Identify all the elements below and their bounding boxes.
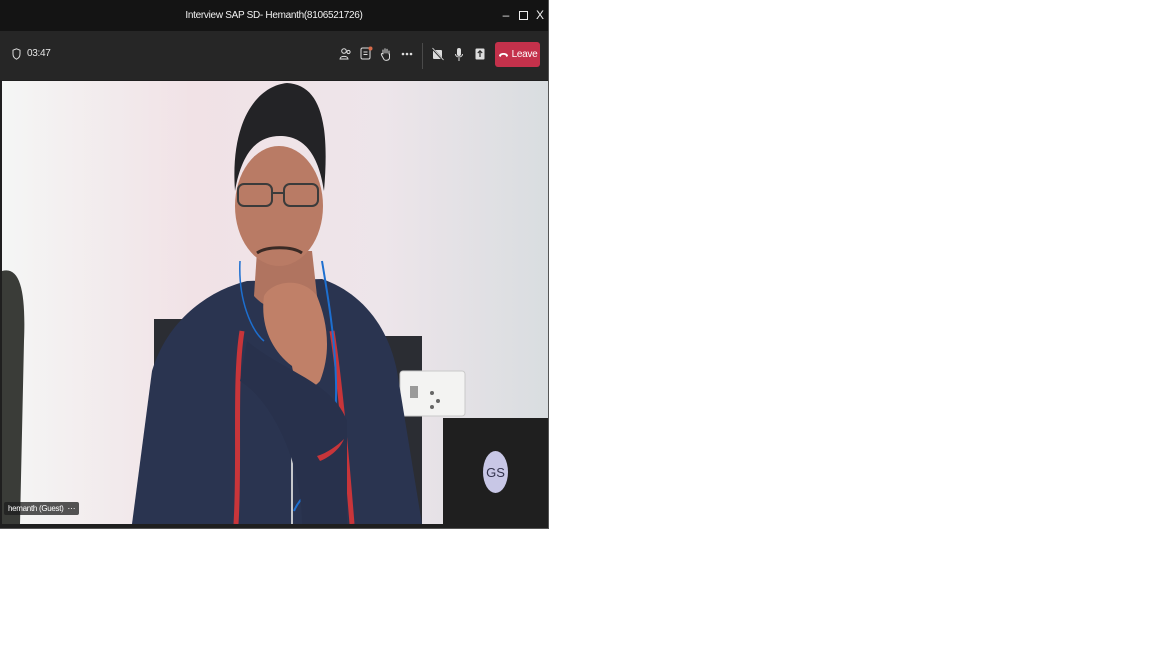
participant-name-tag[interactable]: hemanth (Guest) ⋯ <box>4 502 80 515</box>
minimize-button[interactable]: – <box>498 6 514 24</box>
mic-toggle-button[interactable] <box>450 45 468 63</box>
meeting-timer: 03:47 <box>27 48 51 59</box>
window-title: Interview SAP SD- Hemanth(8106521726) <box>185 10 363 21</box>
meeting-toolbar: 03:47 Leave <box>0 31 548 80</box>
more-actions-button[interactable] <box>398 45 416 63</box>
mic-icon <box>455 47 463 61</box>
avatar: GS <box>483 451 508 493</box>
maximize-button[interactable] <box>515 6 531 24</box>
title-bar: Interview SAP SD- Hemanth(8106521726) – … <box>0 0 548 31</box>
leave-label: Leave <box>511 49 538 60</box>
share-screen-button[interactable] <box>471 45 489 63</box>
phone-hangup-icon <box>498 52 508 57</box>
participants-button[interactable] <box>336 45 354 63</box>
camera-off-icon <box>431 47 444 61</box>
close-button[interactable]: X <box>532 6 548 24</box>
participant-name: hemanth (Guest) <box>8 504 64 513</box>
leave-button[interactable]: Leave <box>495 42 540 67</box>
raise-hand-button[interactable] <box>377 45 395 63</box>
meeting-window: Interview SAP SD- Hemanth(8106521726) – … <box>0 0 549 529</box>
chat-button[interactable] <box>357 45 375 63</box>
more-icon <box>401 52 413 56</box>
self-view-tile: GS <box>443 418 548 524</box>
chat-icon <box>360 46 373 60</box>
raise-hand-icon <box>380 47 390 61</box>
people-icon <box>339 48 351 60</box>
maximize-icon <box>518 10 528 20</box>
participant-more-icon[interactable]: ⋯ <box>68 502 76 515</box>
camera-toggle-button[interactable] <box>429 45 447 63</box>
share-icon <box>475 48 485 60</box>
toolbar-divider <box>422 43 423 69</box>
shield-icon <box>12 48 21 60</box>
